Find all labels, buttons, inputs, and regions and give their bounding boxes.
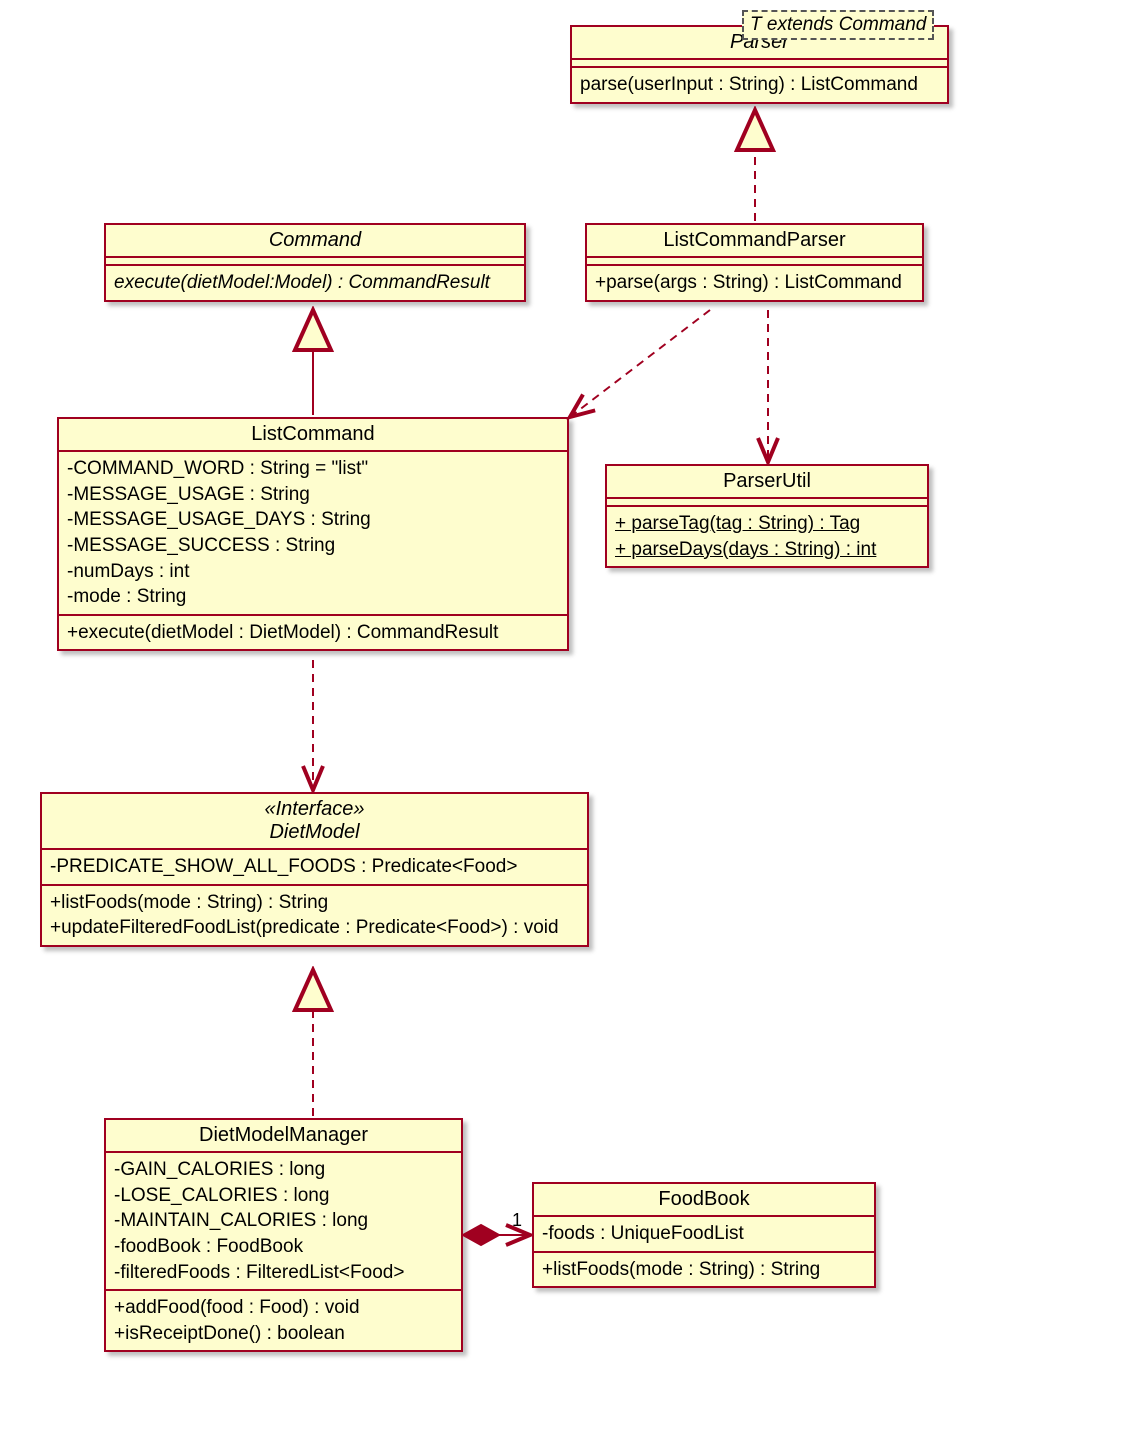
multiplicity: 1: [512, 1210, 522, 1230]
connectors: FoodBook --> 1: [10, 10, 1119, 1427]
uml-canvas: Parser parse(userInput : String) : ListC…: [10, 10, 1119, 1427]
rel-dependency: [570, 310, 710, 417]
